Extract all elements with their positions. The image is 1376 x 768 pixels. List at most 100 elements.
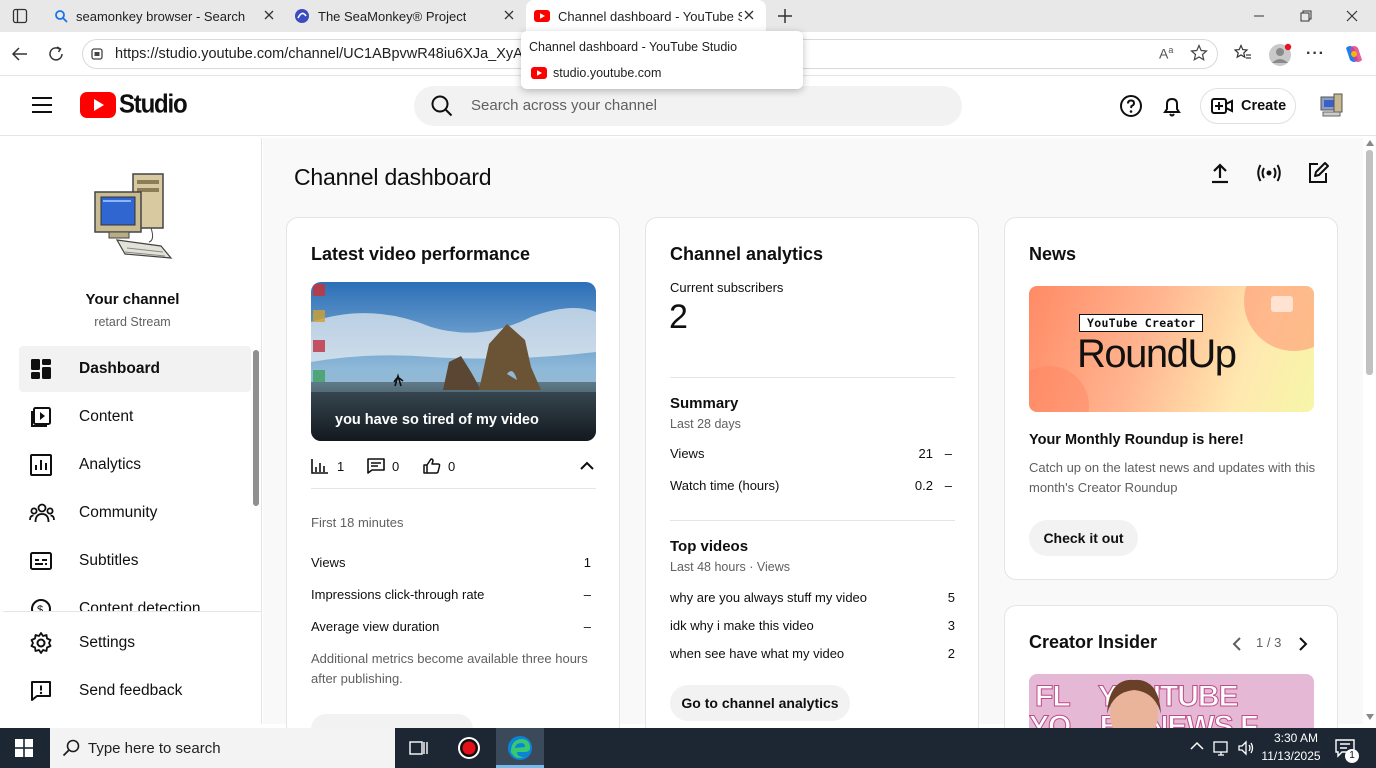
metrics-period: First 18 minutes	[311, 515, 404, 530]
comments-count: 0	[392, 458, 400, 474]
channel-avatar-large[interactable]	[91, 168, 175, 264]
tab-bing-search[interactable]: seamonkey browser - Search	[44, 0, 286, 32]
upload-button[interactable]	[1200, 153, 1240, 193]
top-video-views: 2	[947, 646, 955, 661]
taskbar-search[interactable]: Type here to search	[50, 728, 395, 768]
sidebar-item-community[interactable]: Community	[19, 490, 251, 536]
channel-analytics-card: Channel analytics Current subscribers 2 …	[645, 217, 979, 737]
summary-value: 21	[918, 446, 933, 461]
subscribers-count: 2	[669, 298, 688, 336]
news-card: News YouTube Creator RoundUp Your Monthl…	[1004, 217, 1338, 580]
chevron-up-icon[interactable]	[1190, 741, 1204, 751]
youtube-icon	[534, 10, 550, 22]
tab-actions-icon[interactable]	[12, 8, 28, 24]
news-banner[interactable]: YouTube Creator RoundUp	[1029, 286, 1314, 412]
clock-time[interactable]: 3:30 AM	[1266, 731, 1326, 745]
main-content: Channel dashboard Latest video performan…	[263, 138, 1363, 745]
pager-text: 1 / 3	[1256, 635, 1282, 650]
close-icon[interactable]	[262, 8, 276, 22]
windows-start-icon[interactable]	[15, 739, 33, 757]
go-live-button[interactable]	[1249, 153, 1289, 193]
top-video-title[interactable]: idk why i make this video	[670, 618, 814, 633]
favorite-star-icon[interactable]	[1190, 44, 1208, 62]
sidebar-item-label: Subtitles	[79, 552, 139, 569]
create-button[interactable]: Create	[1200, 88, 1296, 124]
task-view-icon[interactable]	[409, 739, 429, 757]
minimize-icon[interactable]	[1252, 9, 1266, 23]
create-post-button[interactable]	[1298, 153, 1338, 193]
sidebar-item-settings[interactable]: Settings	[19, 620, 251, 666]
check-it-out-button[interactable]: Check it out	[1029, 520, 1138, 556]
record-app-icon[interactable]	[457, 736, 481, 760]
search-input[interactable]: Search across your channel	[471, 97, 657, 114]
sidebar-item-label: Community	[79, 504, 158, 521]
back-icon[interactable]	[11, 45, 29, 63]
video-thumbnail[interactable]: you have so tired of my video	[311, 282, 596, 441]
top-video-title[interactable]: why are you always stuff my video	[670, 590, 867, 605]
insider-thumbnail[interactable]: FL YOUTUBE YO BE NEWS F	[1029, 674, 1314, 734]
summary-value: 0.2	[914, 478, 933, 493]
sidebar-item-subtitles[interactable]: Subtitles	[19, 538, 251, 584]
tooltip-domain: studio.youtube.com	[553, 66, 662, 80]
chevron-up-icon[interactable]	[580, 461, 594, 471]
sidebar-item-content-detection[interactable]: $ Content detection	[19, 586, 251, 612]
search-bar[interactable]: Search across your channel	[414, 86, 962, 126]
close-icon[interactable]	[742, 8, 756, 22]
upload-icon	[1209, 162, 1231, 184]
summary-title: Summary	[670, 395, 739, 412]
page-scrollbar[interactable]	[1363, 138, 1376, 724]
sidebar-item-label: Content	[79, 408, 134, 425]
sidebar-item-send-feedback[interactable]: Send feedback	[19, 668, 251, 714]
scroll-thumb[interactable]	[1366, 150, 1373, 375]
sidebar-item-content[interactable]: Content	[19, 394, 251, 440]
url-text[interactable]: https://studio.youtube.com/channel/UC1AB…	[115, 46, 541, 62]
chevron-right-icon[interactable]	[1297, 636, 1309, 652]
network-icon[interactable]	[1213, 739, 1231, 757]
scroll-down-icon[interactable]	[1366, 714, 1374, 720]
edge-taskbar-button[interactable]	[496, 728, 544, 768]
clock-date[interactable]: 11/13/2025	[1256, 749, 1326, 763]
volume-icon[interactable]	[1237, 739, 1255, 757]
refresh-icon[interactable]	[47, 45, 65, 63]
scroll-up-icon[interactable]	[1366, 140, 1374, 146]
close-icon[interactable]	[502, 8, 516, 22]
profile-avatar[interactable]	[1268, 43, 1292, 67]
creator-insider-card: Creator Insider 1 / 3 FL YOUTUBE YO BE N…	[1004, 605, 1338, 745]
tab-youtube-studio[interactable]: Channel dashboard - YouTube Studio	[526, 0, 766, 32]
notifications-bell-icon[interactable]	[1160, 94, 1184, 118]
card-title: Latest video performance	[311, 244, 531, 264]
studio-logo[interactable]: Studio	[80, 90, 188, 119]
read-aloud-icon[interactable]: Aa	[1159, 45, 1173, 62]
sidebar-item-dashboard[interactable]: Dashboard	[19, 346, 251, 392]
go-to-channel-analytics-button[interactable]: Go to channel analytics	[670, 685, 850, 721]
search-icon	[62, 739, 80, 757]
close-window-icon[interactable]	[1345, 9, 1359, 23]
metric-label: Impressions click-through rate	[311, 587, 485, 602]
copilot-icon[interactable]	[1342, 42, 1366, 66]
channel-avatar[interactable]	[1317, 91, 1345, 119]
chevron-left-icon[interactable]	[1231, 636, 1243, 652]
new-tab-button[interactable]	[776, 7, 794, 25]
community-icon	[29, 501, 55, 525]
top-video-title[interactable]: when see have what my video	[670, 646, 844, 661]
banner-title: RoundUp	[1077, 332, 1237, 376]
sidebar-scrollbar[interactable]	[253, 350, 259, 506]
content-detection-icon: $	[29, 597, 53, 612]
menu-icon[interactable]	[31, 96, 53, 114]
summary-label: Views	[670, 446, 705, 461]
restore-icon[interactable]	[1299, 9, 1313, 23]
top-video-views: 3	[947, 618, 955, 633]
summary-label: Watch time (hours)	[670, 478, 780, 493]
more-options-icon[interactable]: ···	[1306, 45, 1325, 63]
tab-seamonkey[interactable]: The SeaMonkey® Project	[286, 0, 526, 32]
site-info-icon[interactable]	[90, 47, 104, 61]
analytics-icon	[29, 453, 53, 477]
comment-icon	[367, 458, 385, 474]
sidebar-item-analytics[interactable]: Analytics	[19, 442, 251, 488]
taskbar-search-input[interactable]: Type here to search	[88, 740, 221, 757]
divider	[670, 520, 955, 521]
favorites-icon[interactable]	[1234, 44, 1252, 62]
channel-name: retard Stream	[94, 315, 171, 329]
bar-chart-icon	[311, 458, 329, 474]
help-icon[interactable]	[1119, 94, 1143, 118]
